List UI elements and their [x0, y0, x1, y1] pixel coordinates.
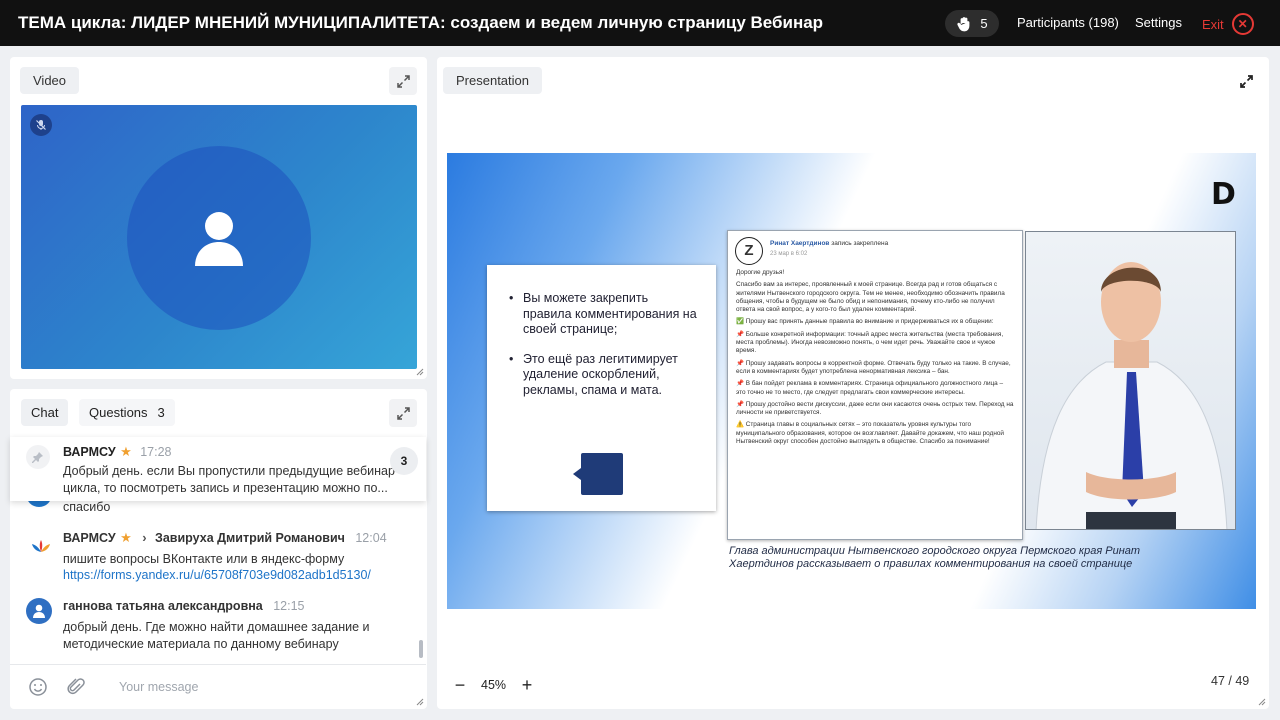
- close-icon: ✕: [1231, 13, 1254, 35]
- message-text: методические материала по данному вебина…: [63, 637, 339, 651]
- message-time: 12:04: [355, 531, 387, 545]
- attach-icon[interactable]: [66, 677, 86, 697]
- raised-hands-count: 5: [980, 16, 988, 31]
- post-paragraph: Спасибо вам за интерес, проявленный к мо…: [736, 281, 1005, 314]
- post-date: 23 мар в 6:02: [770, 251, 808, 257]
- post-author: Ринат Хаертдинов: [770, 240, 830, 247]
- post-paragraph: 📌 Прошу задавать вопросы в корректной фо…: [736, 359, 1011, 375]
- presentation-label: Presentation: [443, 67, 542, 94]
- post-paragraph: 📌 Прошу достойно вести дискуссии, даже е…: [736, 400, 1014, 417]
- sender-name: ВАРМСУ: [63, 531, 116, 545]
- expand-icon: [396, 74, 410, 88]
- pin-icon: [26, 445, 50, 469]
- video-label: Video: [20, 67, 80, 94]
- tab-questions-label: Questions: [89, 405, 148, 420]
- speech-bubble-icon: [573, 453, 623, 495]
- chat-expand-button[interactable]: [389, 399, 417, 427]
- message-text: спасибо: [63, 500, 111, 514]
- zoom-controls: − 45% +: [447, 672, 540, 698]
- presentation-expand-button[interactable]: [1232, 67, 1260, 95]
- exit-label: Exit: [1202, 16, 1224, 32]
- participants-button[interactable]: Participants (198): [1017, 15, 1119, 30]
- speaker-photo: [1025, 231, 1236, 530]
- star-icon: ★: [120, 530, 132, 545]
- sender-name: ВАРМСУ: [63, 445, 116, 459]
- zoom-in-button[interactable]: +: [514, 672, 540, 698]
- pinned-text: Добрый день. если Вы пропустили предыдущ…: [63, 464, 395, 478]
- avatar: [26, 598, 52, 624]
- slide-logo: D: [1211, 177, 1236, 212]
- expand-icon: [1239, 74, 1253, 88]
- person-photo-icon: [1035, 262, 1228, 529]
- zoom-out-button[interactable]: −: [447, 672, 473, 698]
- zoom-level: 45%: [481, 678, 507, 692]
- slide-text-card: Вы можете закрепить правила комментирова…: [487, 265, 716, 511]
- post-paragraph: ✅ Прошу вас принять данные правила во вн…: [736, 318, 994, 326]
- video-expand-button[interactable]: [389, 67, 417, 95]
- emoji-icon[interactable]: [28, 677, 48, 697]
- page-counter: 47 / 49: [1211, 674, 1250, 688]
- form-link[interactable]: https://forms.yandex.ru/u/65708f703e9d08…: [63, 568, 426, 582]
- resize-grip-icon[interactable]: [1258, 698, 1266, 706]
- list-item: ВАРМСУ ★ › Завируха Дмитрий Романович 12…: [63, 529, 426, 582]
- message-time: 12:15: [273, 599, 305, 613]
- webinar-title: ТЕМА цикла: ЛИДЕР МНЕНИЙ МУНИЦИПАЛИТЕТА:…: [18, 13, 824, 32]
- message-text: добрый день. Где можно найти домашнее за…: [63, 620, 370, 634]
- post-author-line: Ринат Хаертдинов запись закреплена: [770, 240, 888, 248]
- message-input-row: Your message: [10, 664, 426, 708]
- slide-caption: Глава администрации Нытвенского городско…: [729, 545, 1141, 570]
- pinned-text: цикла, то посмотреть запись и презентаци…: [63, 481, 388, 495]
- post-logo: Z: [735, 237, 763, 265]
- slide-bullet: Вы можете закрепить правила комментирова…: [509, 291, 698, 338]
- message-text: пишите вопросы ВКонтакте или в яндекс-фо…: [63, 552, 345, 566]
- user-icon: [33, 604, 45, 618]
- pinned-count-badge[interactable]: 3: [390, 447, 418, 475]
- message-time: 17:28: [140, 445, 172, 459]
- post-paragraph: ⚠️ Страница главы в социальных сетях – э…: [736, 421, 1004, 446]
- post-paragraph: 📌 Больше конкретной информации: точный а…: [736, 330, 1004, 355]
- social-post-screenshot: Z Ринат Хаертдинов запись закреплена 23 …: [727, 230, 1023, 540]
- pinned-message[interactable]: ВАРМСУ ★ 17:28 Добрый день. если Вы проп…: [10, 437, 426, 501]
- chat-scrollbar[interactable]: [419, 640, 423, 658]
- reply-arrow-icon: ›: [142, 530, 147, 545]
- hand-icon: [957, 16, 970, 31]
- slide-bullet: Это ещё раз легитимирует удаление оскорб…: [509, 352, 698, 399]
- list-item: ганнова татьяна александровна 12:15 добр…: [63, 597, 426, 653]
- raise-hand-button[interactable]: 5: [945, 10, 999, 37]
- post-paragraph: 📌 В бан пойдет реклама в комментариях. С…: [736, 380, 1004, 396]
- post-paragraph: Дорогие друзья!: [736, 269, 785, 276]
- user-icon: [195, 212, 243, 266]
- sender-name: ганнова татьяна александровна: [63, 599, 263, 613]
- resize-grip-icon[interactable]: [416, 368, 424, 376]
- tab-chat[interactable]: Chat: [21, 399, 69, 426]
- video-feed[interactable]: [21, 105, 417, 369]
- exit-button[interactable]: Exit ✕: [1202, 13, 1254, 35]
- expand-icon: [396, 406, 410, 420]
- star-icon: ★: [120, 444, 132, 459]
- post-pinned: запись закреплена: [831, 240, 889, 247]
- mic-off-icon: [30, 114, 52, 136]
- settings-button[interactable]: Settings: [1135, 15, 1182, 30]
- top-bar: ТЕМА цикла: ЛИДЕР МНЕНИЙ МУНИЦИПАЛИТЕТА:…: [0, 0, 1280, 46]
- tab-questions[interactable]: Questions 3: [79, 399, 175, 426]
- message-input[interactable]: Your message: [119, 680, 198, 694]
- recipient-name: Завируха Дмитрий Романович: [155, 531, 345, 545]
- presentation-slide[interactable]: D Вы можете закрепить правила комментиро…: [447, 153, 1256, 609]
- vk-logo-icon: [32, 540, 50, 552]
- list-item: спасибо: [63, 499, 426, 516]
- questions-count: 3: [157, 405, 165, 420]
